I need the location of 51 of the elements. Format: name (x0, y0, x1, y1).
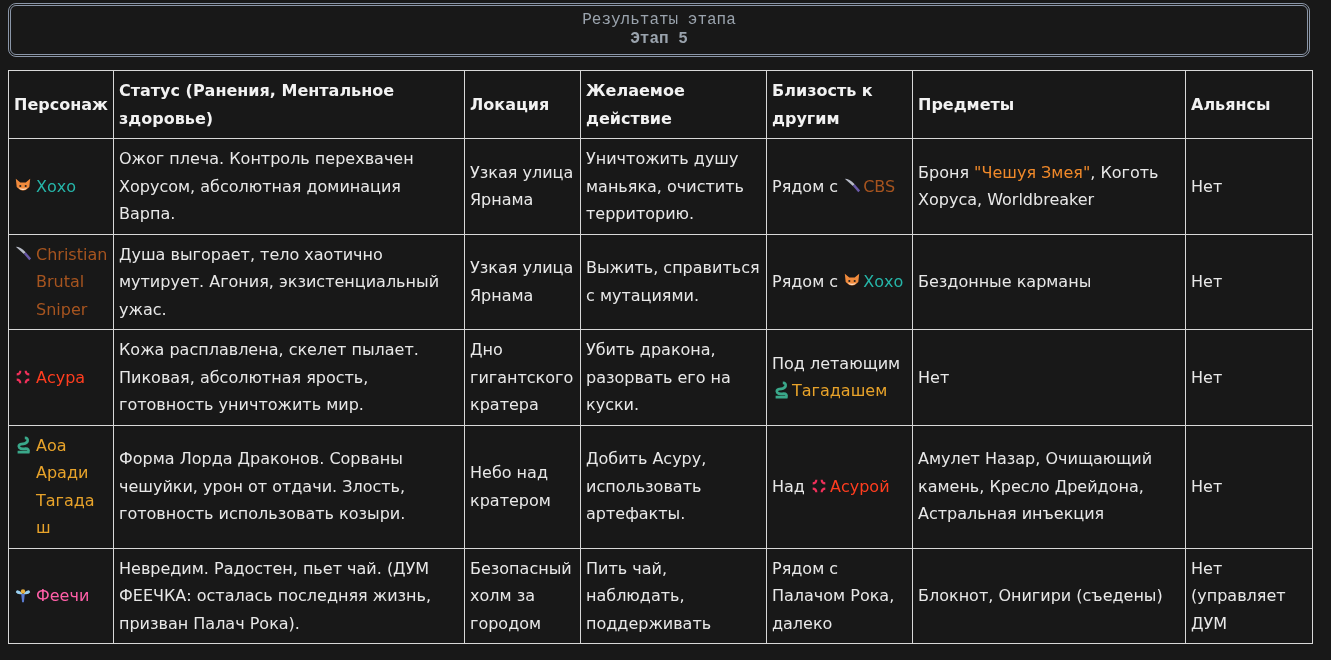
cell-text: Кожа расплавлена, скелет пылает. Пиковая, абсолютная ярость, готовность уничтожить мир. (119, 340, 419, 414)
character-name: Аоа Аради Тагадаш (36, 434, 96, 539)
cell-text: Амулет Назар, Очищающий камень, Кресло Дрейдона, Астральная инъекция (918, 449, 1153, 524)
cell-text: Нет (1191, 272, 1223, 291)
column-header: Желаемое действие (580, 70, 767, 139)
cell-text: Безопасный холм за городом (470, 558, 572, 633)
cell-text: Узкая улица Ярнама (470, 162, 574, 210)
cell-text: Рядом с (772, 272, 840, 291)
cell-text: Бездонные карманы (918, 272, 1092, 291)
panel-title: Результаты этапа (582, 11, 736, 30)
cell-text: Нет (1191, 176, 1223, 196)
character-name: Асурой (830, 476, 890, 496)
cell-text: Выжить, справиться с мутациями. (586, 258, 760, 305)
knife-icon (843, 176, 862, 195)
cell-text: Узкая улица Ярнама (470, 258, 574, 305)
stage-label: Этап 5 (630, 30, 688, 49)
column-header: Предметы (912, 70, 1186, 139)
character-name: Хохо (863, 272, 904, 291)
fairy-icon (14, 586, 32, 604)
cell-text: Пить чай, наблюдать, поддерживать (586, 558, 712, 633)
cell-text: Добить Асуру, использовать артефакты. (586, 449, 707, 524)
cell-text: Убить дракона, разорвать его на куски. (586, 340, 731, 414)
cell-text: Ожог плеча. Контроль перехвачен Хорусом, абсолютная доминация Варпа. (119, 149, 414, 223)
character-name: Асура (36, 366, 86, 389)
cell-text: Невредим. Радостен, пьет чай. (ДУМ ФЕЕЧКА: осталась последняя жизнь, призван Палач Рока). (119, 558, 432, 633)
cell-text: Душа выгорает, тело хаотично мутирует. Агония, экзистенциальный ужас. (119, 244, 440, 319)
character-name: Хохо (36, 175, 76, 198)
cell-text: Форма Лорда Драконов. Сорваны чешуйки, урон от отдачи. Злость, готовность использовать козыри. (119, 449, 406, 524)
cell-text: Блокнот, Онигири (съедены) (918, 586, 1163, 605)
cell-text: Нет (1191, 476, 1223, 496)
column-header: Статус (Ранения, Ментальное здоровье) (113, 70, 465, 139)
character-name: CBS (863, 176, 896, 196)
column-header: Локация (464, 70, 581, 139)
character-name: Christian Brutal Sniper (36, 243, 108, 321)
cell-text: Нет (918, 367, 950, 387)
cell-text: Небо над кратером (470, 463, 551, 510)
cell-text: Нет (1191, 367, 1223, 387)
cell-text: Под летающим (772, 353, 901, 373)
column-header: Альянсы (1185, 70, 1313, 139)
cell-text: Броня "Чешуя Змея", Коготь Хоруса, Worldbreaker (918, 162, 1159, 210)
cell-text: Рядом с Палачом Рока, далеко (772, 558, 895, 633)
cell-text: Дно гигантского кратера (470, 340, 574, 414)
cell-text: Уничтожить душу маньяка, очистить территорию. (586, 149, 744, 223)
character-name: Тагадашем (792, 381, 888, 401)
cell-text: Над (772, 476, 806, 496)
character-name: Феечи (36, 585, 90, 607)
knife-icon (14, 244, 32, 263)
column-header: Близость к другим (766, 70, 913, 139)
cell-text: Нет (управляет ДУМ (1191, 558, 1286, 633)
column-header: Персонаж (8, 70, 114, 139)
cell-text: Рядом с (772, 176, 840, 196)
